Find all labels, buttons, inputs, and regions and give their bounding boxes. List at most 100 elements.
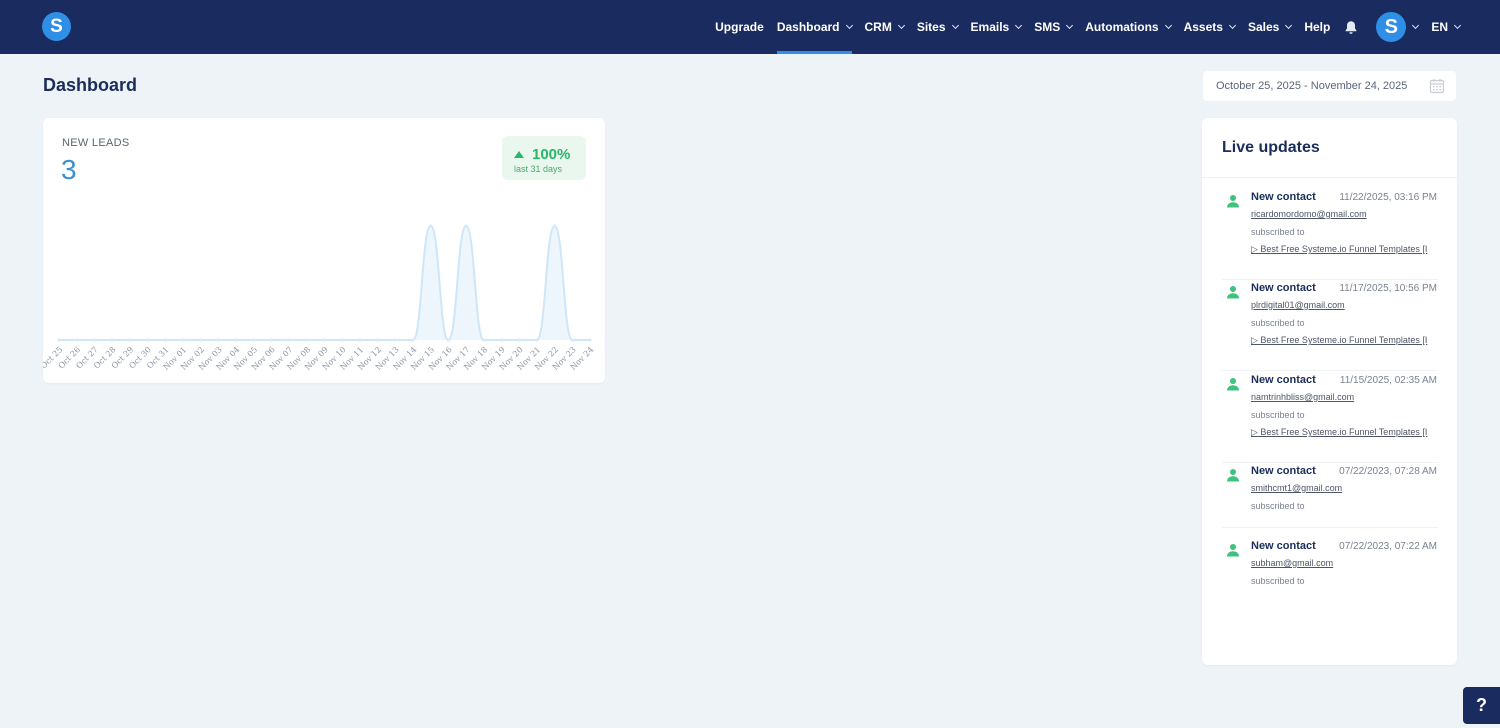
data-point-4 — [128, 338, 132, 342]
person-icon — [1226, 194, 1240, 213]
data-point-16 — [340, 338, 344, 342]
data-point-23 — [464, 224, 468, 228]
data-point-18 — [376, 338, 380, 342]
user-avatar[interactable]: S — [1376, 12, 1407, 42]
nav-item-dashboard[interactable]: Dashboard — [776, 0, 853, 54]
person-icon — [1226, 377, 1240, 396]
data-point-13 — [287, 338, 291, 342]
chevron-down-icon — [845, 21, 853, 29]
chevron-down-icon — [1412, 21, 1420, 29]
calendar-icon — [1429, 78, 1445, 97]
nav-item-label: Sites — [916, 20, 946, 34]
new-leads-card: NEW LEADS 3 100% last 31 days Oct 25 Oct … — [43, 118, 605, 383]
divider — [1202, 177, 1457, 178]
nav-item-upgrade[interactable]: Upgrade — [715, 0, 764, 54]
person-icon — [1226, 543, 1240, 562]
logo[interactable]: S — [42, 12, 71, 41]
person-icon — [1226, 285, 1240, 304]
avatar-menu-chevron-down-icon[interactable] — [1406, 0, 1420, 54]
data-point-17 — [358, 338, 362, 342]
nav-item-label: Sales — [1247, 20, 1280, 34]
update-type: New contact — [1251, 465, 1316, 477]
bell-icon[interactable] — [1344, 20, 1358, 35]
nav-item-sms[interactable]: SMS — [1034, 0, 1074, 54]
divider — [1222, 462, 1438, 463]
data-point-26 — [517, 338, 521, 342]
person-icon — [1226, 468, 1240, 487]
update-timestamp: 07/22/2023, 07:28 AM — [1339, 466, 1437, 477]
data-point-29 — [570, 338, 574, 342]
data-point-5 — [145, 338, 150, 342]
update-timestamp: 11/22/2025, 03:16 PM — [1339, 192, 1437, 203]
contact-email-link[interactable]: smithcmt1@gmail.com — [1251, 483, 1342, 493]
data-point-9 — [216, 338, 220, 342]
divider — [1222, 370, 1438, 371]
nav-item-assets[interactable]: Assets — [1184, 0, 1236, 54]
contact-email-link[interactable]: ricardomordomo@gmail.com — [1251, 209, 1367, 219]
data-point-15 — [322, 338, 327, 342]
divider — [1222, 279, 1438, 280]
contact-email-link[interactable]: subham@gmail.com — [1251, 558, 1333, 568]
chevron-down-icon — [951, 21, 959, 29]
nav-item-label: Emails — [970, 20, 1010, 34]
chevron-down-icon — [1164, 21, 1172, 29]
data-point-3 — [110, 338, 114, 342]
main-nav: Upgrade Dashboard CRM Sites Emails SMS Automat… — [702, 0, 1462, 54]
live-updates-title: Live updates — [1222, 139, 1320, 156]
help-button[interactable]: ? — [1463, 687, 1500, 724]
top-navbar: S Upgrade Dashboard CRM Sites Emails SMS Autom… — [0, 0, 1500, 54]
nav-item-label: SMS — [1034, 20, 1061, 34]
nav-item-sales[interactable]: Sales — [1247, 0, 1293, 54]
update-type: New contact — [1251, 374, 1316, 386]
page-title: Dashboard — [43, 75, 138, 95]
chevron-down-icon — [1015, 21, 1023, 29]
update-timestamp: 07/22/2023, 07:22 AM — [1339, 541, 1437, 552]
divider — [1222, 527, 1438, 528]
date-range-picker[interactable]: October 25, 2025 - November 24, 2025 — [1203, 71, 1456, 101]
data-point-28 — [553, 224, 557, 228]
data-point-12 — [269, 338, 273, 342]
update-action: subscribed to — [1251, 410, 1305, 420]
nav-item-help[interactable]: Help — [1304, 0, 1330, 54]
data-point-10 — [234, 338, 238, 342]
chevron-down-icon — [1228, 21, 1236, 29]
data-point-27 — [535, 338, 539, 342]
contact-email-link[interactable]: namtrinhbliss@gmail.com — [1251, 392, 1354, 402]
chevron-down-icon — [897, 21, 905, 29]
nav-item-crm[interactable]: CRM — [864, 0, 905, 54]
chevron-down-icon — [1453, 21, 1462, 29]
leads-series-line — [59, 224, 590, 342]
chevron-down-icon — [1066, 21, 1074, 29]
funnel-link[interactable]: ▷ Best Free Systeme.io Funnel Templates … — [1251, 244, 1438, 255]
data-point-14 — [305, 338, 309, 342]
leads-area-fill — [59, 226, 590, 340]
update-action: subscribed to — [1251, 501, 1305, 511]
data-point-11 — [252, 338, 256, 342]
update-action: subscribed to — [1251, 227, 1305, 237]
data-point-19 — [393, 338, 397, 342]
live-updates-panel: Live updates New contact 11/22/2025, 03:1… — [1202, 118, 1457, 665]
nav-item-sites[interactable]: Sites — [916, 0, 959, 54]
contact-email-link[interactable]: plrdigital01@gmail.com — [1251, 300, 1345, 310]
data-point-30 — [588, 338, 592, 342]
nav-item-label: Automations — [1085, 20, 1159, 34]
date-range-text: October 25, 2025 - November 24, 2025 — [1216, 80, 1408, 92]
data-point-22 — [446, 338, 450, 342]
update-timestamp: 11/17/2025, 10:56 PM — [1339, 283, 1437, 294]
data-point-20 — [411, 338, 415, 342]
funnel-link[interactable]: ▷ Best Free Systeme.io Funnel Templates … — [1251, 427, 1438, 438]
new-leads-chart: Oct 25Oct 26Oct 27Oct 28Oct 29Oct 30Oct … — [43, 224, 595, 372]
update-type: New contact — [1251, 191, 1316, 203]
nav-item-label: Help — [1304, 20, 1331, 34]
funnel-link[interactable]: ▷ Best Free Systeme.io Funnel Templates … — [1251, 335, 1438, 346]
chevron-down-icon — [1285, 21, 1293, 29]
nav-item-automations[interactable]: Automations — [1085, 0, 1172, 54]
nav-item-label: CRM — [864, 20, 892, 34]
language-label: EN — [1431, 20, 1448, 34]
update-type: New contact — [1251, 540, 1316, 552]
data-point-25 — [499, 338, 504, 342]
data-point-7 — [181, 338, 185, 342]
language-selector[interactable]: EN — [1431, 0, 1462, 54]
data-point-21 — [429, 224, 433, 228]
nav-item-emails[interactable]: Emails — [970, 0, 1023, 54]
